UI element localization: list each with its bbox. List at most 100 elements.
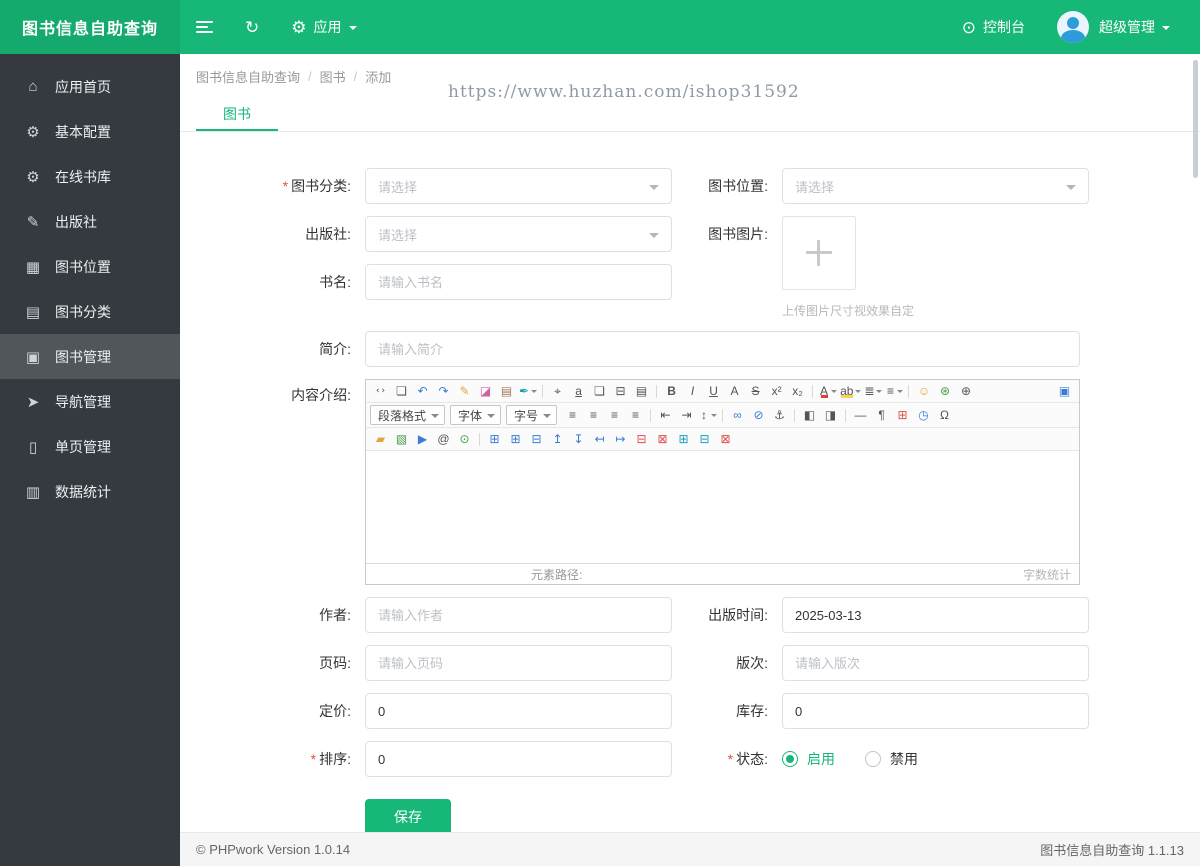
sidebar-item-statistics[interactable]: ▥ 数据统计 (0, 469, 180, 514)
image-upload-box[interactable] (782, 216, 856, 290)
sidebar-item-basic-config[interactable]: ⚙ 基本配置 (0, 109, 180, 154)
book-name-input[interactable] (365, 264, 672, 300)
indent-icon[interactable]: ⇥ (676, 406, 697, 424)
calendar-icon[interactable]: ⊞ (892, 406, 913, 424)
refresh-button[interactable]: ↻ (229, 0, 275, 54)
map-icon[interactable]: ⊙ (454, 430, 475, 448)
page2-icon[interactable]: ❏ (589, 382, 610, 400)
unordered-list-icon[interactable]: ≡ (883, 382, 904, 400)
image-right-icon[interactable]: ◨ (820, 406, 841, 424)
replace-icon[interactable]: a (568, 382, 589, 400)
editor-format-select[interactable]: 字体 (450, 405, 502, 425)
image-icon[interactable]: ▧ (391, 430, 412, 448)
avatar[interactable] (1057, 11, 1089, 43)
merge-cells-icon[interactable]: ⊞ (673, 430, 694, 448)
intro-input[interactable] (365, 331, 1080, 367)
image-left-icon[interactable]: ◧ (799, 406, 820, 424)
edition-input[interactable] (782, 645, 1089, 681)
highlight-color-icon[interactable]: ab (838, 382, 862, 400)
scrollbar-thumb[interactable] (1193, 60, 1198, 178)
html-source-icon[interactable]: ‹› (370, 382, 391, 400)
author-input[interactable] (365, 597, 672, 633)
pages-input[interactable] (365, 645, 672, 681)
editor-format-select[interactable]: 段落格式 (370, 405, 446, 425)
find-icon[interactable]: ⌖ (547, 382, 568, 400)
pencil-icon[interactable]: ✎ (454, 382, 475, 400)
price-input[interactable] (365, 693, 672, 729)
zoom-icon[interactable]: ⊕ (955, 382, 976, 400)
admin-menu[interactable]: 超级管理 (1099, 0, 1186, 54)
superscript-icon[interactable]: x² (766, 382, 787, 400)
publisher-select[interactable]: 请选择 (365, 216, 672, 252)
print-icon[interactable]: ⊟ (610, 382, 631, 400)
unlink-icon[interactable]: ⊘ (748, 406, 769, 424)
editor-format-select[interactable]: 字号 (506, 405, 558, 425)
strikethrough-icon[interactable]: S (745, 382, 766, 400)
fullscreen-icon[interactable]: ▣ (1054, 382, 1075, 400)
video-icon[interactable]: ▶ (412, 430, 433, 448)
outdent-icon[interactable]: ⇤ (655, 406, 676, 424)
template-icon[interactable]: ▤ (631, 382, 652, 400)
align-right-icon[interactable]: ≡ (604, 406, 625, 424)
sidebar-item-page-management[interactable]: ▯ 单页管理 (0, 424, 180, 469)
split-cells-icon[interactable]: ⊟ (694, 430, 715, 448)
paste-icon[interactable]: ▤ (496, 382, 517, 400)
sidebar-item-online-library[interactable]: ⚙ 在线书库 (0, 154, 180, 199)
sidebar-item-book-location[interactable]: ▦ 图书位置 (0, 244, 180, 289)
cell-prop-icon[interactable]: ⊟ (526, 430, 547, 448)
omega-icon[interactable]: Ω (934, 406, 955, 424)
clock-icon[interactable]: ◷ (913, 406, 934, 424)
eraser-icon[interactable]: ◪ (475, 382, 496, 400)
preview-icon[interactable]: ❏ (391, 382, 412, 400)
undo-icon[interactable]: ↶ (412, 382, 433, 400)
sidebar-item-home[interactable]: ⌂ 应用首页 (0, 64, 180, 109)
sidebar-item-book-category[interactable]: ▤ 图书分类 (0, 289, 180, 334)
emoji-icon[interactable]: ☺ (913, 382, 934, 400)
status-radio-enabled[interactable]: 启用 (782, 749, 835, 769)
redo-icon[interactable]: ↷ (433, 382, 454, 400)
tab-book[interactable]: 图书 (196, 98, 278, 131)
status-radio-disabled[interactable]: 禁用 (865, 749, 918, 769)
attach-icon[interactable]: @ (433, 430, 454, 448)
flash-icon[interactable]: ▰ (370, 430, 391, 448)
app-menu[interactable]: ⚙ 应用 (275, 0, 372, 54)
delete-col-icon[interactable]: ⊠ (652, 430, 673, 448)
align-justify-icon[interactable]: ≡ (625, 406, 646, 424)
collapse-sidebar-button[interactable] (180, 0, 229, 54)
sort-input[interactable] (365, 741, 672, 777)
breadcrumb-link[interactable]: 图书信息自助查询 (196, 67, 300, 86)
table-prop-icon[interactable]: ⊞ (505, 430, 526, 448)
format-brush-icon[interactable]: ✒ (517, 382, 538, 400)
delete-row-icon[interactable]: ⊟ (631, 430, 652, 448)
align-left-icon[interactable]: ≡ (562, 406, 583, 424)
console-link[interactable]: ⊙ 控制台 (946, 0, 1041, 54)
sidebar-item-publisher[interactable]: ✎ 出版社 (0, 199, 180, 244)
editor-body[interactable] (366, 451, 1079, 563)
anchor-icon[interactable]: ⚓ (769, 406, 790, 424)
save-button[interactable]: 保存 (365, 799, 451, 832)
insert-col-left-icon[interactable]: ↤ (589, 430, 610, 448)
app-logo[interactable]: 图书信息自助查询 (0, 0, 180, 54)
sidebar-item-nav-management[interactable]: ➤ 导航管理 (0, 379, 180, 424)
hr-icon[interactable]: — (850, 406, 871, 424)
insert-col-right-icon[interactable]: ↦ (610, 430, 631, 448)
breadcrumb-link[interactable]: 添加 (365, 67, 391, 86)
sidebar-item-book-management[interactable]: ▣ 图书管理 (0, 334, 180, 379)
bold-icon[interactable]: B (661, 382, 682, 400)
link-icon[interactable]: ∞ (727, 406, 748, 424)
breadcrumb-link[interactable]: 图书 (320, 67, 346, 86)
text-color-icon[interactable]: A (817, 382, 838, 400)
category-select[interactable]: 请选择 (365, 168, 672, 204)
underline-icon[interactable]: U (703, 382, 724, 400)
table-icon[interactable]: ⊞ (484, 430, 505, 448)
remove-format-icon[interactable]: A (724, 382, 745, 400)
ordered-list-icon[interactable]: ≣ (862, 382, 883, 400)
insert-row-below-icon[interactable]: ↧ (568, 430, 589, 448)
line-height-icon[interactable]: ↕ (697, 406, 718, 424)
pub-date-input[interactable] (782, 597, 1089, 633)
align-center-icon[interactable]: ≡ (583, 406, 604, 424)
italic-icon[interactable]: I (682, 382, 703, 400)
insert-row-above-icon[interactable]: ↥ (547, 430, 568, 448)
media-icon[interactable]: ⊛ (934, 382, 955, 400)
subscript-icon[interactable]: x₂ (787, 382, 808, 400)
